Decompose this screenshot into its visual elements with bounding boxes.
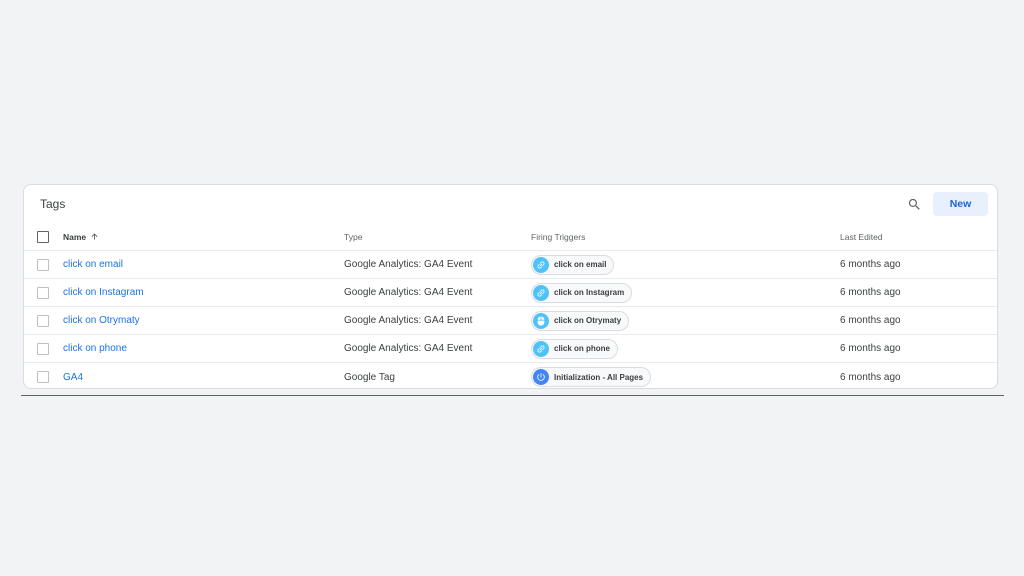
mouse-icon [533, 312, 549, 329]
trigger-chip[interactable]: click on phone [531, 338, 619, 359]
tags-table: Name Type Firing Triggers Last Edited cl… [24, 223, 997, 391]
table-row: click on email Google Analytics: GA4 Eve… [24, 251, 997, 279]
column-header-type-label: Type [344, 231, 363, 242]
trigger-chip-label: click on Otrymaty [554, 316, 622, 325]
table-row: click on Otrymaty Google Analytics: GA4 … [24, 307, 997, 335]
tag-name-link[interactable]: click on email [63, 259, 123, 270]
table-row: GA4 Google Tag Initialization - All Page… [24, 363, 997, 391]
tag-type: Google Analytics: GA4 Event [344, 343, 473, 354]
column-header-name[interactable]: Name [63, 223, 99, 250]
trigger-chip-label: click on phone [554, 344, 611, 353]
search-icon [908, 198, 920, 210]
last-edited: 6 months ago [840, 343, 901, 354]
column-header-last-edited-label: Last Edited [840, 231, 883, 242]
select-all-checkbox[interactable] [37, 230, 49, 243]
row-checkbox[interactable] [37, 371, 49, 383]
last-edited: 6 months ago [840, 315, 901, 326]
tag-name-link[interactable]: click on Otrymaty [63, 315, 140, 326]
card-title: Tags [40, 197, 66, 211]
trigger-chip-label: Initialization - All Pages [554, 372, 644, 382]
last-edited: 6 months ago [840, 259, 901, 270]
column-header-name-label: Name [63, 231, 87, 242]
tag-type: Google Tag [344, 371, 395, 383]
last-edited: 6 months ago [840, 287, 901, 298]
column-header-triggers[interactable]: Firing Triggers [531, 223, 585, 250]
row-checkbox[interactable] [37, 342, 49, 355]
table-row: click on Instagram Google Analytics: GA4… [24, 279, 997, 307]
column-header-triggers-label: Firing Triggers [531, 231, 586, 242]
tag-type: Google Analytics: GA4 Event [344, 287, 473, 298]
tag-name-link[interactable]: click on phone [63, 343, 127, 354]
trigger-chip[interactable]: click on email [531, 254, 615, 275]
trigger-chip[interactable]: click on Instagram [531, 282, 633, 303]
new-button[interactable]: New [933, 192, 988, 216]
tag-name-link[interactable]: click on Instagram [63, 287, 144, 298]
tag-type: Google Analytics: GA4 Event [344, 315, 473, 326]
power-icon [533, 369, 549, 385]
link-icon [533, 340, 549, 357]
tags-card: Tags New Name Type Firing Triggers Last … [23, 184, 998, 389]
link-icon [533, 284, 549, 301]
column-header-type[interactable]: Type [344, 223, 362, 250]
row-checkbox[interactable] [37, 286, 49, 299]
tag-type: Google Analytics: GA4 Event [344, 259, 473, 270]
row-checkbox[interactable] [37, 258, 49, 271]
trigger-chip-label: click on Instagram [554, 288, 625, 297]
link-icon [533, 256, 549, 273]
card-header: Tags New [24, 185, 997, 223]
arrow-up-icon [90, 232, 99, 241]
trigger-chip-label: click on email [554, 260, 607, 269]
trigger-chip[interactable]: Initialization - All Pages [531, 367, 652, 387]
trigger-chip[interactable]: click on Otrymaty [531, 310, 630, 331]
last-edited: 6 months ago [840, 371, 901, 383]
table-row: click on phone Google Analytics: GA4 Eve… [24, 335, 997, 363]
column-header-last-edited[interactable]: Last Edited [840, 223, 883, 250]
search-button[interactable] [904, 194, 924, 214]
divider [21, 395, 1004, 396]
table-header-row: Name Type Firing Triggers Last Edited [24, 223, 997, 251]
row-checkbox[interactable] [37, 314, 49, 327]
tag-name-link[interactable]: GA4 [63, 372, 83, 383]
